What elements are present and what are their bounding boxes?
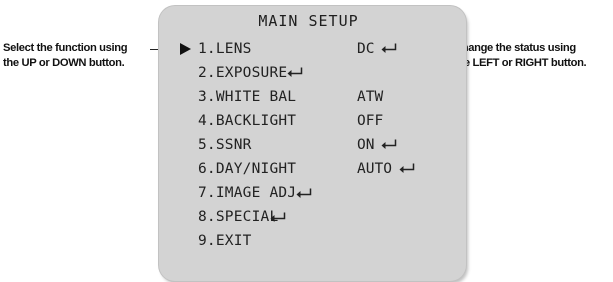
menu-item-label: 8.SPECIAL bbox=[198, 209, 279, 225]
left-annotation-line1: Select the function using bbox=[3, 42, 128, 54]
menu-item-label: 6.DAY/NIGHT bbox=[198, 161, 297, 177]
menu-item-exit[interactable]: 9.EXIT bbox=[159, 230, 466, 252]
menu-item-day-night[interactable]: 6.DAY/NIGHT AUTO bbox=[159, 158, 466, 180]
menu-item-exposure[interactable]: 2.EXPOSURE bbox=[159, 62, 466, 84]
enter-arrow-icon bbox=[296, 188, 312, 198]
right-annotation-line2: the LEFT or RIGHT button. bbox=[454, 57, 587, 69]
menu-item-value: DC bbox=[357, 41, 375, 57]
menu-item-label: 4.BACKLIGHT bbox=[198, 113, 297, 129]
menu-item-value: ON bbox=[357, 137, 375, 153]
menu-item-backlight[interactable]: 4.BACKLIGHT OFF bbox=[159, 110, 466, 132]
left-annotation: Select the function using the UP or DOWN… bbox=[3, 41, 128, 71]
enter-arrow-icon bbox=[270, 212, 286, 222]
menu-item-special[interactable]: 8.SPECIAL bbox=[159, 206, 466, 228]
menu-item-label: 1.LENS bbox=[198, 41, 252, 57]
menu-item-label: 9.EXIT bbox=[198, 233, 252, 249]
menu-item-label: 3.WHITE BAL bbox=[198, 89, 297, 105]
menu-item-white-bal[interactable]: 3.WHITE BAL ATW bbox=[159, 86, 466, 108]
left-annotation-line2: the UP or DOWN button. bbox=[3, 57, 125, 69]
enter-arrow-icon bbox=[381, 43, 397, 53]
menu-item-value: OFF bbox=[357, 113, 384, 129]
selection-cursor-icon bbox=[180, 43, 191, 55]
main-setup-menu: MAIN SETUP 1.LENS DC 2.EXPOSURE 3.WHITE … bbox=[159, 6, 466, 281]
right-annotation-line1: Change the status using bbox=[454, 42, 576, 54]
menu-item-label: 2.EXPOSURE bbox=[198, 65, 288, 81]
enter-arrow-icon bbox=[287, 67, 303, 77]
enter-arrow-icon bbox=[381, 139, 397, 149]
menu-item-image-adj[interactable]: 7.IMAGE ADJ bbox=[159, 182, 466, 204]
menu-item-value: AUTO bbox=[357, 161, 392, 177]
menu-item-label: 5.SSNR bbox=[198, 137, 252, 153]
menu-item-ssnr[interactable]: 5.SSNR ON bbox=[159, 134, 466, 156]
menu-title: MAIN SETUP bbox=[258, 12, 359, 30]
menu-item-lens[interactable]: 1.LENS DC bbox=[159, 38, 466, 60]
right-annotation: Change the status using the LEFT or RIGH… bbox=[454, 41, 587, 71]
menu-item-value: ATW bbox=[357, 89, 384, 105]
menu-item-label: 7.IMAGE ADJ bbox=[198, 185, 297, 201]
enter-arrow-icon bbox=[399, 163, 415, 173]
